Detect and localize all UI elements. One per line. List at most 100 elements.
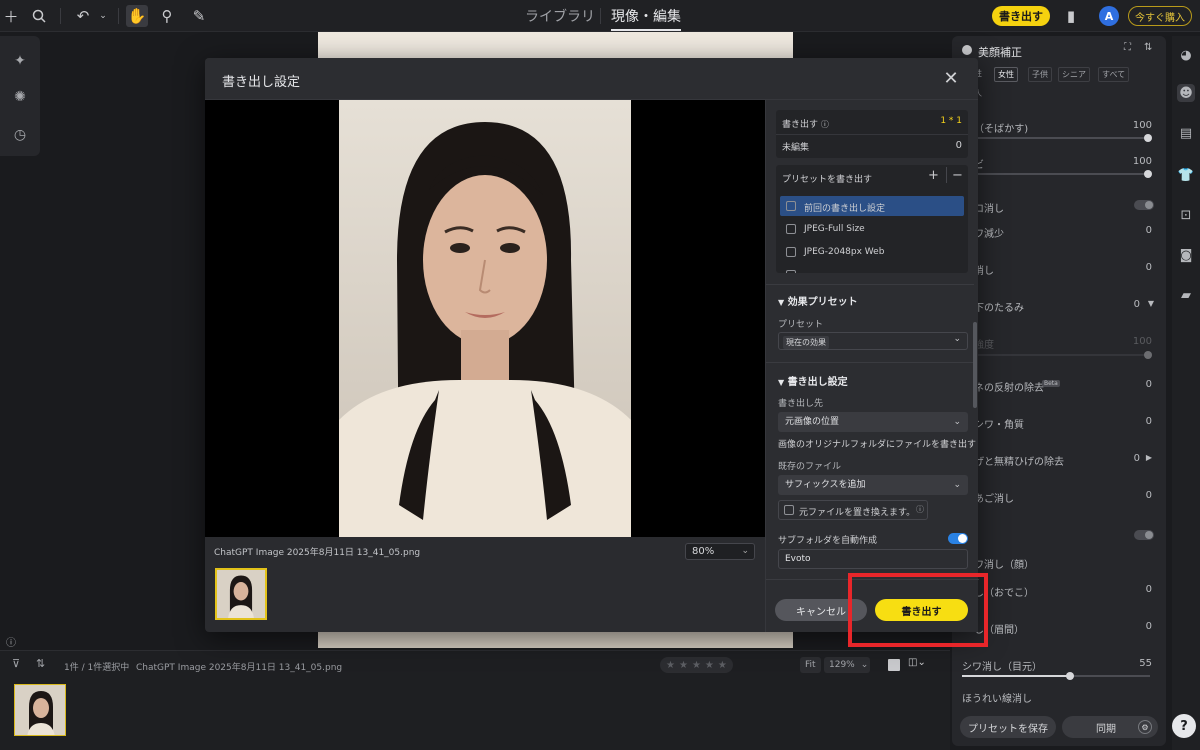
camera-icon[interactable]: ◙ <box>1177 246 1195 264</box>
nav-divider <box>600 8 601 24</box>
filmstrip-thumbnail[interactable] <box>14 684 66 736</box>
slider-track[interactable] <box>974 170 1152 178</box>
adjust-row[interactable]: ネの反射の除去 Beta 0 <box>952 377 1166 395</box>
adjust-row[interactable]: シワ消し（目元） 55 <box>952 656 1166 674</box>
existing-file-select[interactable]: サフィックスを追加 ⌄ <box>778 475 968 495</box>
adjust-row[interactable]: ほうれい線消し <box>952 688 1166 706</box>
adjust-row[interactable]: 消し 0 <box>952 260 1166 278</box>
tab-library[interactable]: ライブラリ <box>525 6 595 26</box>
checkbox[interactable] <box>786 270 796 273</box>
row-value: 0 <box>1145 416 1152 427</box>
toggle-switch[interactable] <box>1134 530 1154 540</box>
color-wheel-icon[interactable]: ✺ <box>9 86 31 108</box>
stamp-tool-icon[interactable]: ⚲ <box>156 5 178 27</box>
zoom-level[interactable]: 129% ⌄ <box>824 657 870 673</box>
adjust-row[interactable]: あご消し 0 <box>952 488 1166 506</box>
save-preset-button[interactable]: プリセットを保存 <box>960 716 1056 738</box>
subfolder-toggle[interactable] <box>948 533 968 544</box>
folder-icon[interactable]: ▰ <box>1177 286 1195 304</box>
clothing-icon[interactable]: 👕 <box>1177 166 1195 184</box>
adjust-row[interactable]: シワ・角質 0 <box>952 414 1166 432</box>
search-icon[interactable] <box>28 5 50 27</box>
add-icon[interactable]: ＋ <box>0 5 22 27</box>
auto-adjust-icon[interactable]: ✦ <box>9 50 31 72</box>
overwrite-option[interactable]: 元ファイルを置き換えます。 ⓘ <box>778 500 928 520</box>
slider-knob[interactable] <box>1144 170 1152 178</box>
sync-button[interactable]: 同期 ⚙ <box>1062 716 1158 738</box>
adjust-row[interactable]: ワ消し（顔） <box>952 554 1166 572</box>
divider <box>946 167 947 183</box>
adjust-row[interactable]: げと無精ひげの除去 0 ▶ <box>952 451 1166 469</box>
preset-item[interactable] <box>780 265 964 273</box>
brush-tool-icon[interactable]: ✎ <box>188 5 210 27</box>
add-preset-icon[interactable]: + <box>928 168 939 183</box>
row-label: シワ消し（目元） <box>962 662 1042 673</box>
slider-track[interactable] <box>974 134 1152 142</box>
checkbox[interactable] <box>786 201 796 211</box>
info-icon[interactable]: ⓘ <box>916 504 924 515</box>
hand-tool-icon[interactable]: ✋ <box>126 5 148 27</box>
collapse-icon[interactable]: ⇅ <box>1144 42 1152 53</box>
selection-count: 1件 / 1件選択中 <box>64 663 130 673</box>
app-window: ＋ ↶ ⌄ ✋ ⚲ ✎ ライブラリ 現像・編集 書き出す ▮ A 今すぐ購入 ✦… <box>0 0 1200 750</box>
adjust-row[interactable]: ビ 100 <box>952 154 1166 172</box>
chevron-right-icon[interactable]: ▶ <box>1146 453 1152 462</box>
adjust-row[interactable]: （そばかす) 100 <box>952 118 1166 136</box>
checkbox[interactable] <box>786 247 796 257</box>
history-icon[interactable]: ◷ <box>9 124 31 146</box>
filter-tab-female[interactable]: 女性 <box>994 67 1018 82</box>
compare-view-icon[interactable]: ◫⌄ <box>908 657 926 668</box>
crop-icon[interactable]: ⊡ <box>1177 206 1195 224</box>
face-retouch-icon[interactable]: ☻ <box>1177 84 1195 102</box>
toggle-switch[interactable] <box>1134 200 1154 210</box>
fit-button[interactable]: Fit <box>800 657 821 673</box>
star-rating[interactable]: ★ ★ ★ ★ ★ <box>660 657 733 673</box>
adjust-row[interactable]: ワ減少 0 <box>952 223 1166 241</box>
slider-knob[interactable] <box>1066 672 1074 680</box>
export-button-top[interactable]: 書き出す <box>992 6 1050 26</box>
single-view-icon[interactable] <box>888 659 900 671</box>
close-icon[interactable]: ✕ <box>941 68 961 89</box>
checkbox[interactable] <box>786 224 796 234</box>
effect-preset-section[interactable]: ▼ 効果プリセット <box>778 293 858 308</box>
chevron-down-icon[interactable]: ⌄ <box>92 5 114 27</box>
undo-icon[interactable]: ↶ <box>72 5 94 27</box>
buy-now-button[interactable]: 今すぐ購入 <box>1128 6 1192 26</box>
settings-scrollbar[interactable] <box>973 322 977 408</box>
sync-settings-icon[interactable]: ⚙ <box>1138 720 1152 734</box>
chevron-down-icon[interactable]: ▼ <box>1148 299 1154 308</box>
remove-preset-icon[interactable]: − <box>952 168 963 183</box>
overwrite-checkbox[interactable] <box>784 505 794 515</box>
avatar[interactable]: A <box>1099 6 1119 26</box>
help-button[interactable]: ? <box>1172 714 1196 738</box>
preview-zoom-select[interactable]: 80% ⌄ <box>685 543 755 560</box>
preview-filename: ChatGPT Image 2025年8月11日 13_41_05.png <box>214 548 421 558</box>
selected-thumbnail[interactable] <box>215 568 267 620</box>
preset-item[interactable]: 前回の書き出し設定 <box>780 196 964 216</box>
slider-track[interactable] <box>962 672 1150 680</box>
preset-item[interactable]: JPEG-Full Size <box>780 219 964 239</box>
info-icon[interactable]: ⓘ <box>0 630 22 652</box>
face-icon <box>962 45 972 55</box>
panel-toggle-icon[interactable]: ▮ <box>1060 5 1082 27</box>
effect-preset-select[interactable]: 現在の効果 ⌄ <box>778 332 968 350</box>
info-icon[interactable]: ⓘ <box>821 120 829 129</box>
filter-tab-senior[interactable]: シニア <box>1058 67 1090 82</box>
chevron-down-icon: ⌄ <box>860 660 869 670</box>
preset-item[interactable]: JPEG-2048px Web <box>780 242 964 262</box>
slider-knob[interactable] <box>1144 134 1152 142</box>
export-settings-section[interactable]: ▼ 書き出し設定 <box>778 373 848 388</box>
reset-icon[interactable]: ⛶ <box>1124 42 1131 53</box>
tab-develop[interactable]: 現像・編集 <box>611 6 681 31</box>
row-label: げと無精ひげの除去 <box>974 457 1064 468</box>
destination-select[interactable]: 元画像の位置 ⌄ <box>778 412 968 432</box>
filter-tab-all[interactable]: すべて <box>1098 67 1130 82</box>
adjust-row[interactable]: 下のたるみ 0 ▼ <box>952 297 1166 315</box>
palette-icon[interactable]: ◕ <box>1177 46 1195 64</box>
makeup-icon[interactable]: ▤ <box>1177 124 1195 142</box>
filter-tab-child[interactable]: 子供 <box>1028 67 1052 82</box>
destination-note: 画像のオリジナルフォルダにファイルを書き出す <box>778 440 977 450</box>
sort-icon[interactable]: ⇅ <box>36 657 45 670</box>
filter-icon[interactable]: ⊽ <box>12 657 20 670</box>
subfolder-name-input[interactable]: Evoto <box>778 549 968 569</box>
